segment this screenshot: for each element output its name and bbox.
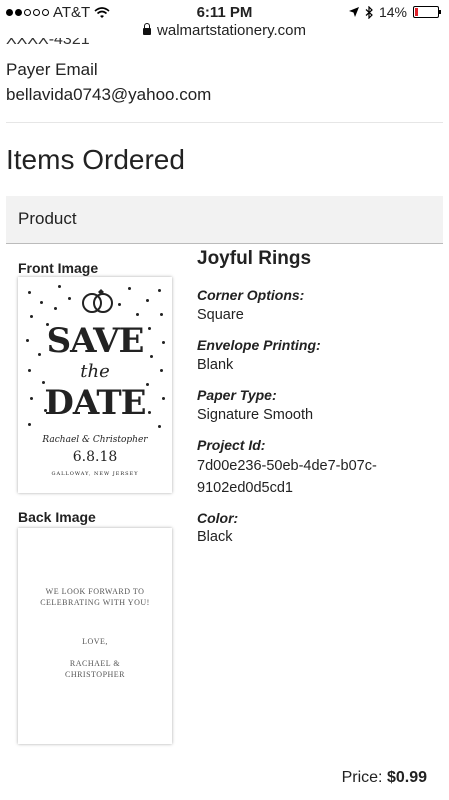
confetti-dot	[136, 313, 139, 316]
payer-email-value: bellavida0743@yahoo.com	[6, 85, 212, 104]
payer-email-label: Payer Email	[6, 60, 98, 79]
back-card-name1: RACHAEL &	[69, 659, 121, 668]
corner-options-label: Corner Options:	[197, 287, 305, 303]
confetti-dot	[158, 289, 161, 292]
url-domain: walmartstationery.com	[157, 22, 306, 39]
front-card-event-date: 6.8.18	[72, 449, 118, 465]
front-card-place: GALLOWAY, NEW JERSEY	[51, 471, 139, 477]
status-right: 14%	[348, 4, 441, 20]
paper-type-label: Paper Type:	[197, 387, 277, 403]
confetti-dot	[146, 299, 149, 302]
back-card-line1: WE LOOK FORWARD TO	[45, 587, 145, 596]
front-image[interactable]: SAVE the DATE Rachael & Christopher 6.8.…	[18, 277, 172, 493]
clipped-card-number: XXXX-4321	[6, 38, 90, 48]
section-divider	[6, 122, 443, 123]
product-name: Joyful Rings	[197, 248, 312, 269]
color-label: Color:	[197, 510, 239, 526]
status-bar: AT&T 6:11 PM 14%	[0, 0, 449, 22]
confetti-dot	[28, 291, 31, 294]
battery-percent: 14%	[378, 4, 407, 20]
back-image-label: Back Image	[18, 509, 96, 525]
price: Price: $0.99	[342, 769, 427, 787]
confetti-dot	[68, 297, 71, 300]
location-arrow-icon	[348, 7, 359, 17]
back-card-line2: CELEBRATING WITH YOU!	[40, 598, 150, 607]
front-card-names: Rachael & Christopher	[42, 435, 148, 445]
back-image[interactable]: WE LOOK FORWARD TO CELEBRATING WITH YOU!…	[18, 528, 172, 744]
price-value: $0.99	[386, 769, 427, 786]
confetti-dot	[160, 313, 163, 316]
front-image-label: Front Image	[18, 260, 99, 276]
front-card-the: the	[80, 361, 110, 382]
confetti-dot	[158, 425, 161, 428]
battery-icon	[413, 6, 441, 18]
confetti-dot	[58, 285, 61, 288]
project-id-value-line1: 7d00e236-50eb-4de7-b07c-	[197, 458, 377, 474]
lock-icon	[143, 23, 152, 35]
project-id-value-line2: 9102ed0d5cd1	[197, 480, 293, 496]
product-table-header: Product	[6, 196, 443, 244]
back-card-love: LOVE,	[82, 637, 108, 646]
confetti-dot	[30, 315, 33, 318]
paper-type-value: Signature Smooth	[197, 407, 314, 423]
product-column-label: Product	[18, 209, 77, 228]
rings-icon	[82, 289, 113, 313]
corner-options-value: Square	[197, 307, 244, 323]
confetti-dot	[28, 423, 31, 426]
front-card-save: SAVE	[46, 321, 145, 361]
bluetooth-icon	[365, 5, 373, 19]
front-card-date-word: DATE	[44, 383, 146, 423]
envelope-printing-label: Envelope Printing:	[197, 337, 321, 353]
confetti-dot	[118, 303, 121, 306]
confetti-dot	[40, 301, 43, 304]
confetti-dot	[128, 287, 131, 290]
items-ordered-heading: Items Ordered	[6, 144, 185, 175]
confetti-dot	[54, 307, 57, 310]
color-value: Black	[197, 529, 233, 545]
envelope-printing-value: Blank	[197, 357, 234, 373]
project-id-label: Project Id:	[197, 437, 266, 453]
price-label: Price:	[341, 769, 383, 786]
back-card-name2: CHRISTOPHER	[64, 670, 126, 679]
